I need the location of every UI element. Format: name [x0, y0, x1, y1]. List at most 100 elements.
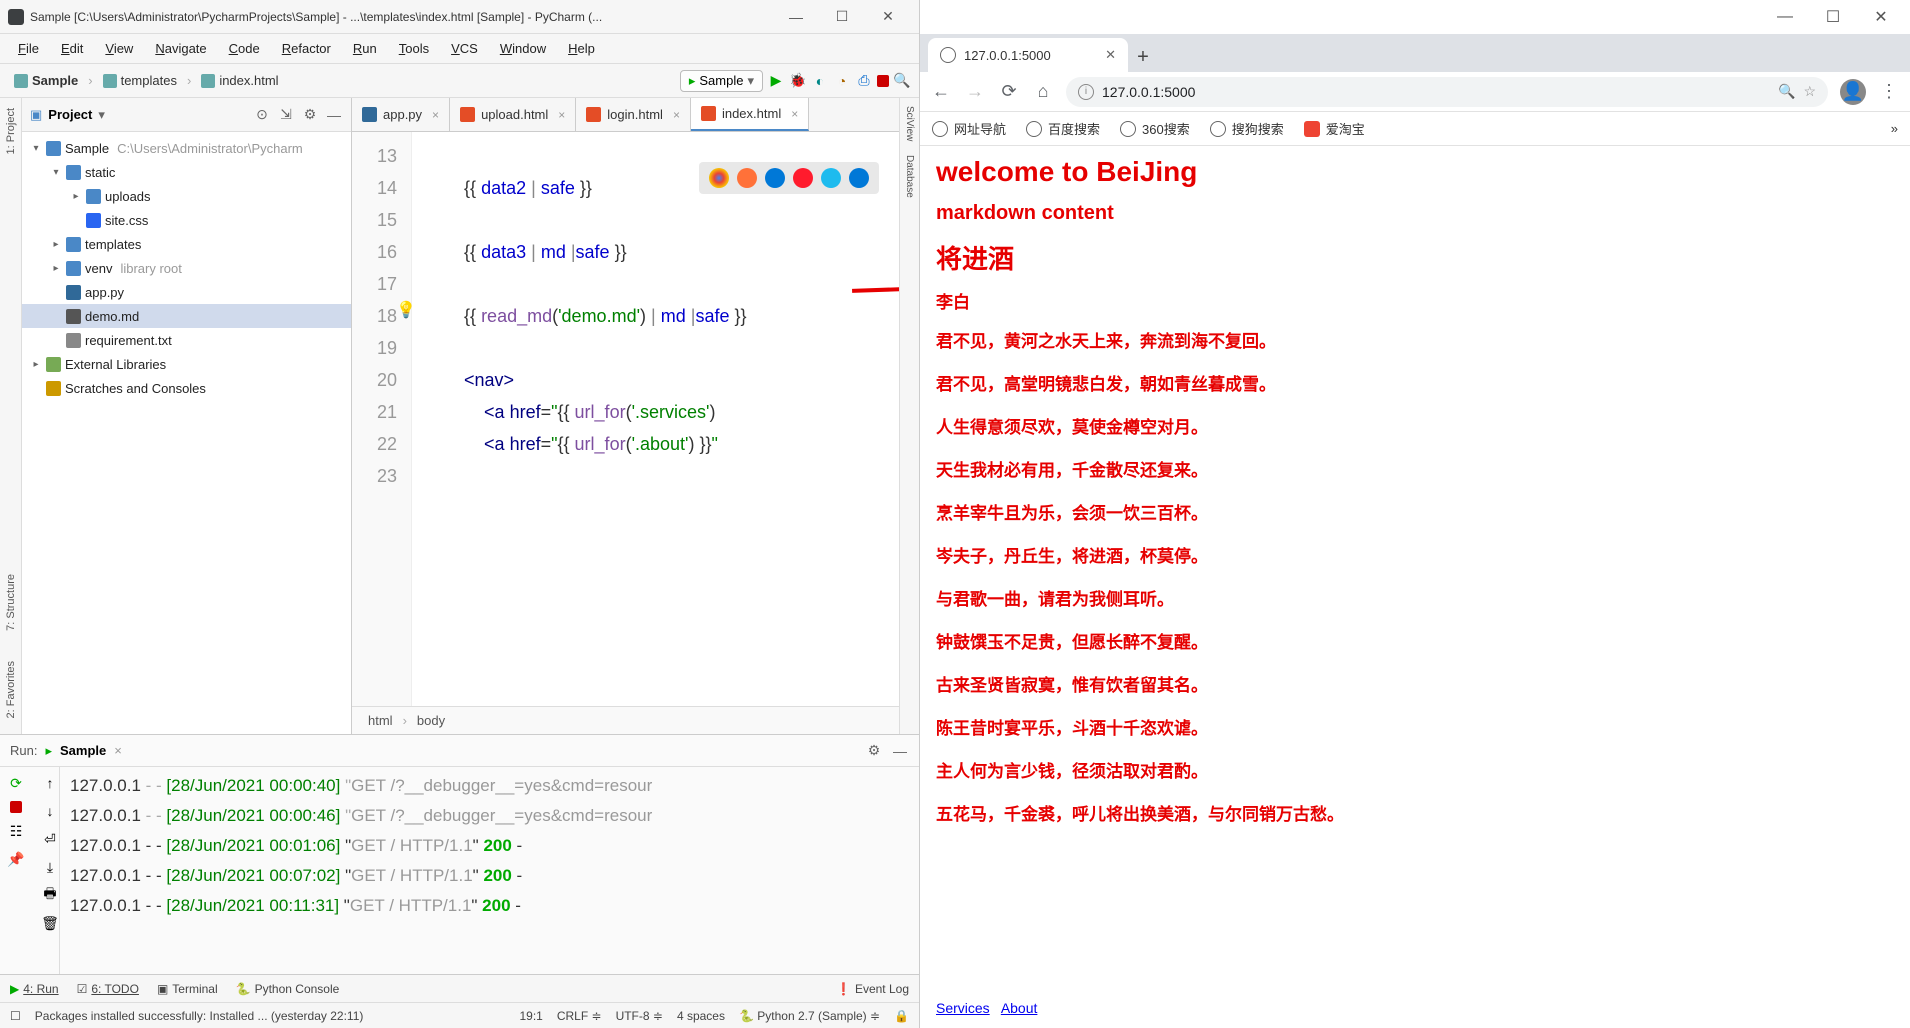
- bookmark[interactable]: 百度搜索: [1026, 119, 1100, 138]
- tree-node[interactable]: app.py: [22, 280, 351, 304]
- menu-run[interactable]: Run: [343, 37, 387, 60]
- breadcrumb[interactable]: index.html: [195, 71, 284, 90]
- layout-icon[interactable]: ☷: [6, 821, 26, 841]
- menu-vcs[interactable]: VCS: [441, 37, 488, 60]
- browser-minimize[interactable]: —: [1762, 2, 1808, 32]
- menu-icon[interactable]: ⋮: [1878, 81, 1900, 103]
- ie-icon[interactable]: [821, 168, 841, 188]
- run-hide-icon[interactable]: —: [891, 742, 909, 760]
- print-icon[interactable]: 🖶: [40, 885, 60, 905]
- new-tab-button[interactable]: +: [1128, 42, 1158, 72]
- tab-close-icon[interactable]: ×: [432, 108, 439, 122]
- crumb-html[interactable]: html: [368, 713, 393, 728]
- crumb-body[interactable]: body: [417, 713, 445, 728]
- code-area[interactable]: {{ data2 | safe }} {{ data3 | md |safe }…: [412, 132, 899, 706]
- tree-node[interactable]: site.css: [22, 208, 351, 232]
- menu-help[interactable]: Help: [558, 37, 605, 60]
- menu-window[interactable]: Window: [490, 37, 556, 60]
- profile-icon[interactable]: ◔: [833, 72, 851, 90]
- project-tool-button[interactable]: 1: Project: [3, 102, 19, 160]
- site-info-icon[interactable]: i: [1078, 84, 1094, 100]
- terminal-tool-button[interactable]: ▣ Terminal: [157, 982, 218, 996]
- search-everywhere-icon[interactable]: 🔍: [893, 72, 911, 90]
- menu-tools[interactable]: Tools: [389, 37, 439, 60]
- browser-tab[interactable]: 127.0.0.1:5000 ✕: [928, 38, 1128, 72]
- project-tree[interactable]: ▾SampleC:\Users\Administrator\Pycharm▾st…: [22, 132, 351, 734]
- address-bar[interactable]: i 127.0.0.1:5000 🔍 ☆: [1066, 77, 1828, 107]
- debug-icon[interactable]: 🐞: [789, 72, 807, 90]
- lock-icon[interactable]: 🔒: [894, 1009, 909, 1023]
- editor-tab[interactable]: app.py×: [352, 98, 450, 131]
- firefox-icon[interactable]: [737, 168, 757, 188]
- bookmark[interactable]: 搜狗搜索: [1210, 119, 1284, 138]
- tree-node[interactable]: Scratches and Consoles: [22, 376, 351, 400]
- zoom-icon[interactable]: 🔍: [1778, 83, 1795, 100]
- menu-edit[interactable]: Edit: [51, 37, 93, 60]
- profile-icon[interactable]: 👤: [1840, 79, 1866, 105]
- tree-node[interactable]: ▾static: [22, 160, 351, 184]
- menu-refactor[interactable]: Refactor: [272, 37, 341, 60]
- safari-icon[interactable]: [765, 168, 785, 188]
- status-icon[interactable]: ☐: [10, 1009, 21, 1023]
- encoding[interactable]: UTF-8 ≑: [616, 1009, 663, 1023]
- tab-close-icon[interactable]: ✕: [1105, 47, 1116, 63]
- bookmark[interactable]: 网址导航: [932, 119, 1006, 138]
- run-config-selector[interactable]: ▸Sample▾: [680, 70, 763, 92]
- stop-run-icon[interactable]: [10, 801, 22, 813]
- bookmark[interactable]: 爱淘宝: [1304, 119, 1365, 138]
- indent[interactable]: 4 spaces: [677, 1009, 725, 1023]
- breadcrumb[interactable]: Sample: [8, 71, 84, 90]
- breadcrumb[interactable]: templates: [97, 71, 183, 90]
- interpreter[interactable]: 🐍 Python 2.7 (Sample) ≑: [739, 1009, 880, 1023]
- services-link[interactable]: Services: [936, 1000, 990, 1016]
- run-icon[interactable]: ▶: [767, 72, 785, 90]
- tree-node[interactable]: ▸External Libraries: [22, 352, 351, 376]
- clear-icon[interactable]: 🗑: [40, 913, 60, 933]
- tree-node[interactable]: demo.md: [22, 304, 351, 328]
- structure-tool-button[interactable]: 7: Structure: [3, 568, 19, 637]
- menu-view[interactable]: View: [95, 37, 143, 60]
- bookmark[interactable]: 360搜索: [1120, 119, 1190, 138]
- scroll-end-icon[interactable]: ⤓: [40, 857, 60, 877]
- expand-all-icon[interactable]: ⇲: [277, 106, 295, 124]
- opera-icon[interactable]: [793, 168, 813, 188]
- editor-tab[interactable]: index.html×: [691, 98, 809, 131]
- up-icon[interactable]: ↑: [40, 773, 60, 793]
- run-settings-icon[interactable]: ⚙: [865, 742, 883, 760]
- stop-icon[interactable]: [877, 75, 889, 87]
- tree-node[interactable]: requirement.txt: [22, 328, 351, 352]
- favorites-tool-button[interactable]: 2: Favorites: [3, 655, 19, 724]
- forward-icon[interactable]: →: [964, 81, 986, 103]
- database-tool-button[interactable]: Database: [902, 151, 917, 202]
- intention-bulb-icon[interactable]: 💡: [396, 300, 416, 320]
- tree-node[interactable]: ▸venvlibrary root: [22, 256, 351, 280]
- line-sep[interactable]: CRLF ≑: [557, 1009, 602, 1023]
- edge-icon[interactable]: [849, 168, 869, 188]
- sciview-tool-button[interactable]: SciView: [902, 102, 917, 145]
- event-log-button[interactable]: ❗ Event Log: [836, 982, 909, 996]
- close-button[interactable]: ✕: [865, 5, 911, 29]
- menu-code[interactable]: Code: [219, 37, 270, 60]
- bookmark-overflow-icon[interactable]: »: [1891, 121, 1898, 136]
- close-tab-icon[interactable]: ×: [114, 743, 122, 758]
- tree-node[interactable]: ▾SampleC:\Users\Administrator\Pycharm: [22, 136, 351, 160]
- chrome-icon[interactable]: [709, 168, 729, 188]
- tree-node[interactable]: ▸uploads: [22, 184, 351, 208]
- rerun-icon[interactable]: ⟳: [6, 773, 26, 793]
- wrap-icon[interactable]: ⏎: [40, 829, 60, 849]
- browser-close[interactable]: ✕: [1858, 2, 1904, 32]
- menu-navigate[interactable]: Navigate: [145, 37, 216, 60]
- tree-node[interactable]: ▸templates: [22, 232, 351, 256]
- reload-icon[interactable]: ⟳: [998, 81, 1020, 103]
- editor-tab[interactable]: upload.html×: [450, 98, 576, 131]
- run-tool-button[interactable]: ▶ 4: Run: [10, 982, 59, 996]
- about-link[interactable]: About: [1001, 1000, 1038, 1016]
- browser-maximize[interactable]: ☐: [1810, 2, 1856, 32]
- code-editor[interactable]: 13 14 15 16 17 18 19 20 21 22 23 {{ data…: [352, 132, 899, 706]
- bookmark-star-icon[interactable]: ☆: [1803, 83, 1816, 100]
- pin-icon[interactable]: 📌: [6, 849, 26, 869]
- console-output[interactable]: 127.0.0.1 - - [28/Jun/2021 00:00:40] "GE…: [60, 767, 919, 974]
- tab-close-icon[interactable]: ×: [673, 108, 680, 122]
- down-icon[interactable]: ↓: [40, 801, 60, 821]
- editor-tab[interactable]: login.html×: [576, 98, 691, 131]
